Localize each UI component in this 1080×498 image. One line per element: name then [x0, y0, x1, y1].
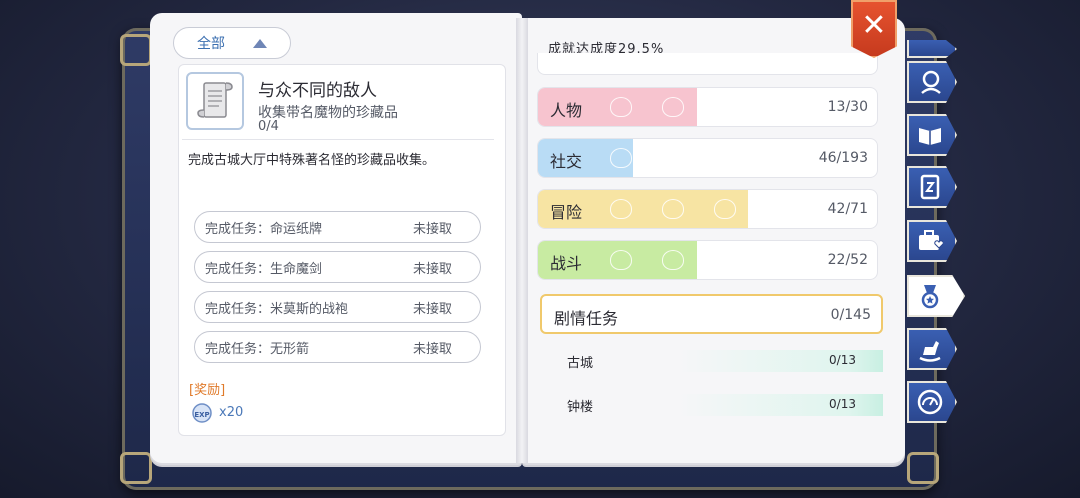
reward-label: [奖励]	[189, 383, 226, 398]
side-tab-gauge[interactable]	[907, 381, 957, 423]
category-row[interactable]: 人物 13/30	[537, 87, 878, 127]
cat-face-icon	[610, 250, 632, 270]
category-label: 战斗	[550, 254, 583, 273]
book-icon	[919, 128, 941, 145]
story-quest-category[interactable]: 剧情任务 0/145	[540, 294, 883, 334]
side-tab-card[interactable]	[907, 166, 957, 208]
cat-face-icon	[662, 250, 684, 270]
close-button[interactable]: ✕	[851, 0, 897, 58]
svg-text:EXP: EXP	[194, 411, 209, 419]
category-row[interactable]: 冒险 42/71	[537, 189, 878, 229]
achievement-subtitle: 收集带名魔物的珍藏品	[258, 105, 398, 121]
subcategory-count: 0/13	[829, 353, 856, 367]
medal-icon	[921, 285, 939, 309]
cat-face-icon	[714, 199, 736, 219]
category-label: 冒险	[550, 203, 583, 222]
cat-face-icon	[662, 97, 684, 117]
book-spine	[516, 18, 528, 463]
cat-face-icon	[610, 97, 632, 117]
side-tab-achievements[interactable]	[907, 275, 965, 317]
gauge-icon	[917, 389, 943, 415]
subcategory-row[interactable]: 古城 0/13	[540, 350, 883, 372]
task-name: 完成任务：米莫斯的战袍	[205, 301, 349, 317]
cat-face-icon	[610, 199, 632, 219]
cat-face-icons	[610, 148, 632, 168]
side-tab-briefcase[interactable]	[907, 220, 957, 262]
close-icon: ✕	[861, 7, 887, 43]
category-row-cropped[interactable]	[537, 53, 878, 75]
frame-corner-ornament	[120, 452, 152, 484]
scroll-icon	[186, 72, 244, 130]
portrait-icon	[921, 70, 941, 94]
exp-icon: EXP	[192, 403, 212, 423]
triangle-up-icon	[253, 38, 267, 48]
frame-corner-ornament	[120, 34, 152, 66]
divider	[182, 139, 494, 140]
task-row[interactable]: 完成任务：米莫斯的战袍 未接取	[194, 291, 481, 323]
reward-count: x20	[219, 405, 244, 420]
cat-face-icon	[610, 148, 632, 168]
category-row[interactable]: 社交 46/193	[537, 138, 878, 178]
category-label: 人物	[550, 101, 583, 120]
briefcase-heart-icon	[919, 230, 943, 250]
subcategory-count: 0/13	[829, 397, 856, 411]
task-status: 未接取	[412, 301, 452, 317]
category-label: 社交	[550, 152, 583, 171]
task-status: 未接取	[412, 341, 452, 357]
cat-face-icons	[610, 97, 684, 117]
filter-dropdown[interactable]: 全部	[173, 27, 291, 59]
category-count: 13/30	[827, 99, 868, 115]
task-row[interactable]: 完成任务：生命魔剑 未接取	[194, 251, 481, 283]
filter-label: 全部	[197, 36, 225, 52]
side-tab-cropped[interactable]	[907, 40, 957, 58]
task-row[interactable]: 完成任务：无形箭 未接取	[194, 331, 481, 363]
category-count: 46/193	[818, 150, 868, 166]
category-row[interactable]: 战斗 22/52	[537, 240, 878, 280]
subcategory-label: 钟楼	[567, 400, 594, 415]
achievement-progress: 0/4	[258, 119, 279, 134]
side-tab-rocking-horse[interactable]	[907, 328, 957, 370]
task-name: 完成任务：命运纸牌	[205, 221, 323, 237]
side-tab-book[interactable]	[907, 114, 957, 156]
story-count: 0/145	[830, 307, 871, 323]
story-label: 剧情任务	[554, 309, 619, 328]
category-count: 22/52	[827, 252, 868, 268]
frame-corner-ornament	[907, 452, 939, 484]
rocking-horse-icon	[919, 341, 941, 362]
cat-face-icons	[610, 250, 684, 270]
task-row[interactable]: 完成任务：命运纸牌 未接取	[194, 211, 481, 243]
task-status: 未接取	[412, 261, 452, 277]
achievement-title: 与众不同的敌人	[258, 81, 377, 101]
side-tab-portrait[interactable]	[907, 61, 957, 103]
achievement-description: 完成古城大厅中特殊著名怪的珍藏品收集。	[188, 153, 436, 168]
task-status: 未接取	[412, 221, 452, 237]
task-name: 完成任务：无形箭	[205, 341, 310, 357]
cat-face-icons	[610, 199, 736, 219]
category-count: 42/71	[827, 201, 868, 217]
subcategory-row[interactable]: 钟楼 0/13	[540, 394, 883, 416]
card-icon	[920, 174, 940, 200]
cat-face-icon	[662, 199, 684, 219]
task-name: 完成任务：生命魔剑	[205, 261, 323, 277]
subcategory-label: 古城	[567, 356, 594, 371]
